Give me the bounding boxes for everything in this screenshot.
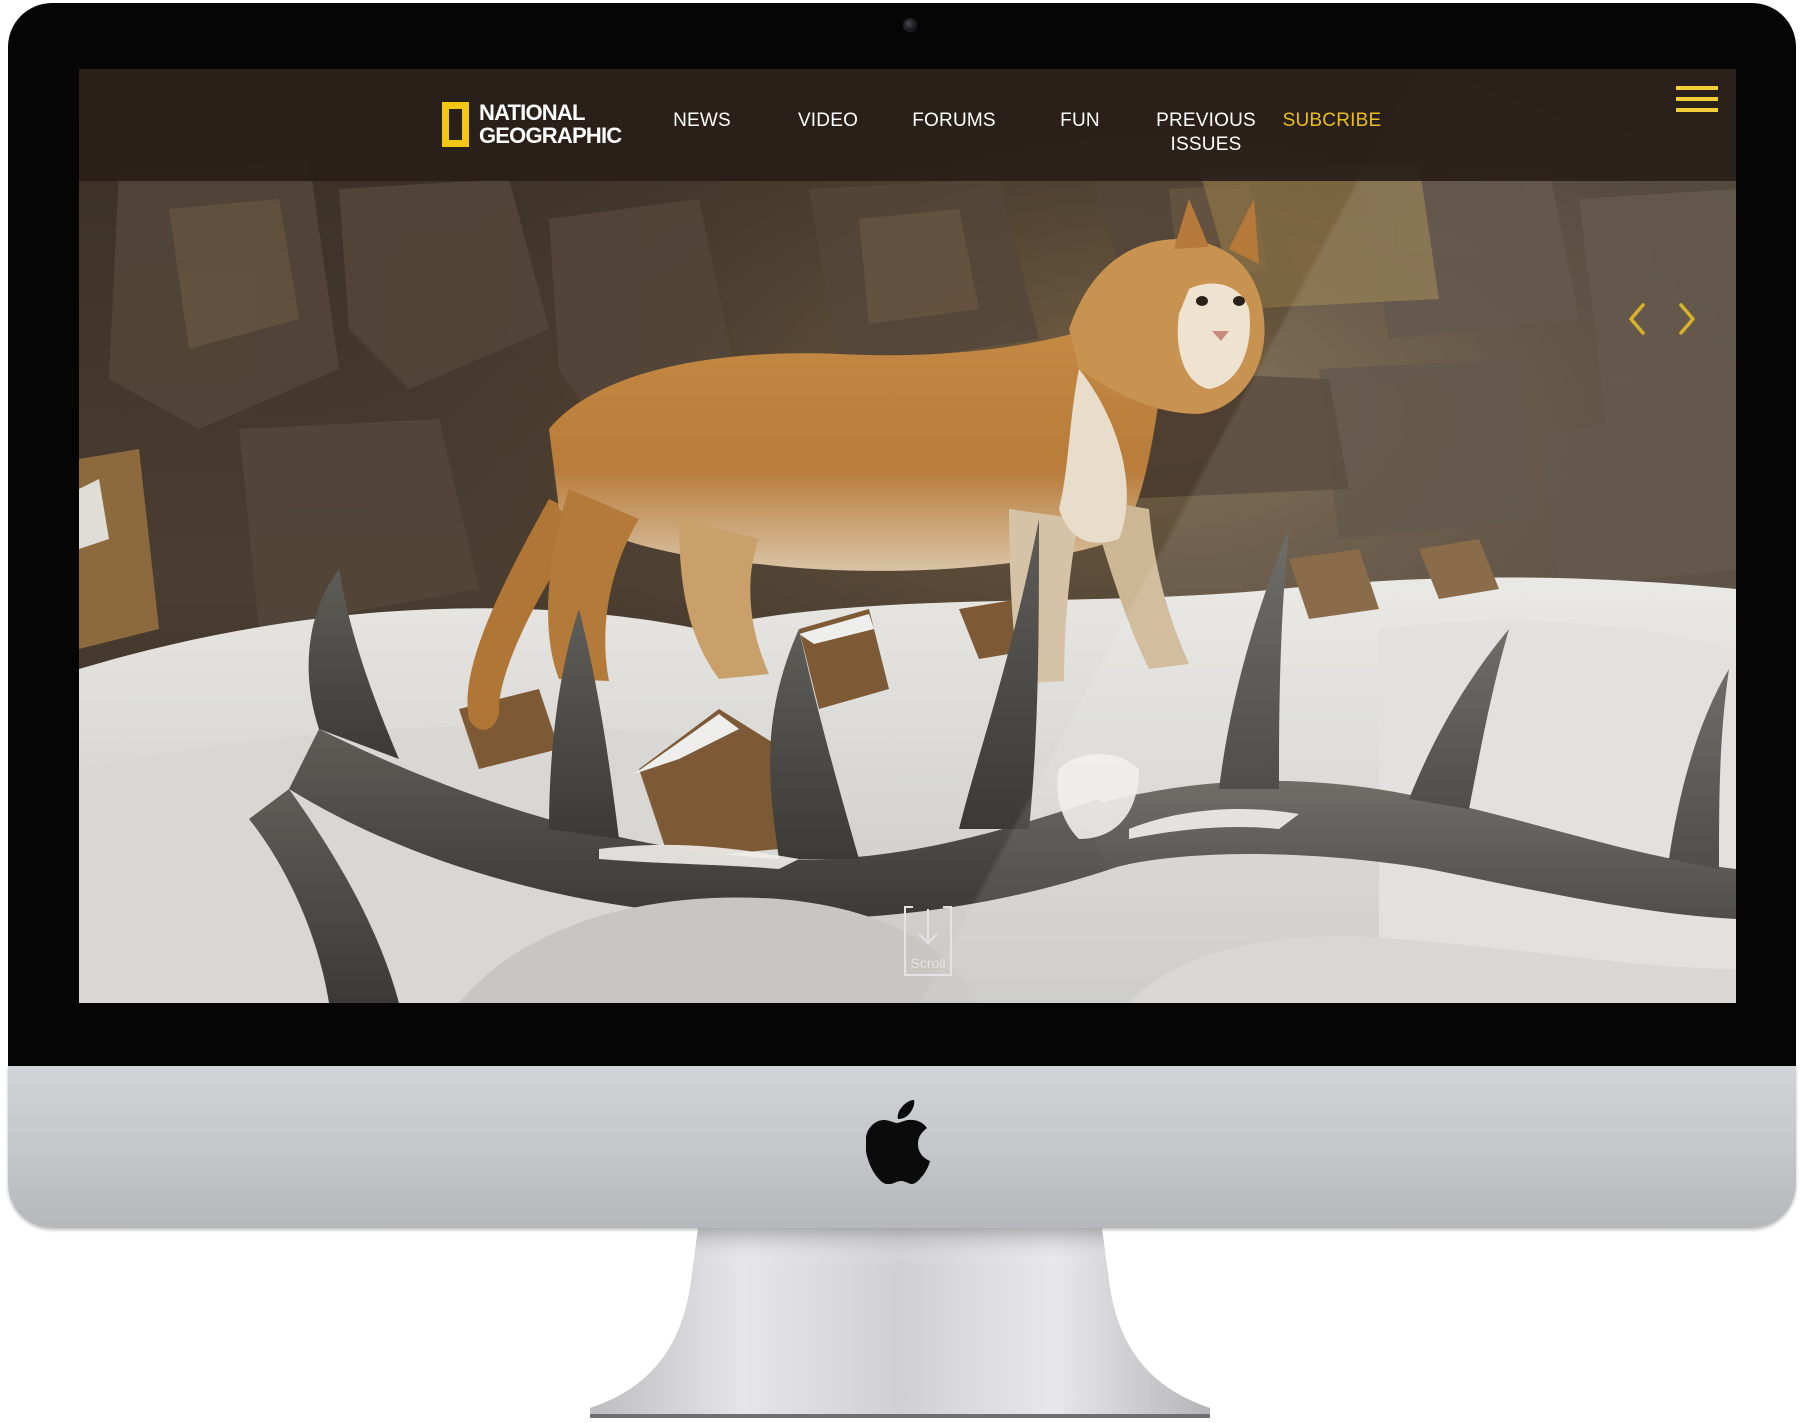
nav-link-subscribe[interactable]: SUBCRIBE <box>1272 109 1392 133</box>
imac-mockup: NATIONAL GEOGRAPHIC NEWS VIDEO FORUMS FU… <box>0 0 1800 1423</box>
nav-link-previous-issues-line-1: PREVIOUS <box>1156 110 1256 131</box>
apple-logo-icon <box>866 1100 930 1184</box>
hamburger-line <box>1676 97 1718 101</box>
camera-icon <box>903 18 917 32</box>
nav-link-video[interactable]: VIDEO <box>768 109 888 133</box>
brand-line-1: NATIONAL <box>479 100 585 125</box>
brand-wordmark: NATIONAL GEOGRAPHIC <box>479 100 622 148</box>
scroll-label: Scroll <box>910 955 946 971</box>
nav-link-news[interactable]: NEWS <box>642 109 762 133</box>
scroll-button[interactable]: Scroll <box>903 905 953 977</box>
monitor-bezel: NATIONAL GEOGRAPHIC NEWS VIDEO FORUMS FU… <box>8 3 1796 1066</box>
hamburger-menu-icon[interactable] <box>1676 86 1718 116</box>
hamburger-line <box>1676 86 1718 90</box>
chevron-left-icon[interactable] <box>1621 299 1655 339</box>
national-geographic-logo[interactable]: NATIONAL GEOGRAPHIC <box>442 96 622 152</box>
chevron-right-icon[interactable] <box>1669 299 1703 339</box>
nav-link-previous-issues[interactable]: PREVIOUS ISSUES <box>1146 109 1266 157</box>
hamburger-line <box>1676 108 1718 112</box>
website-screen: NATIONAL GEOGRAPHIC NEWS VIDEO FORUMS FU… <box>79 69 1736 1003</box>
nav-link-forums[interactable]: FORUMS <box>894 109 1014 133</box>
brand-line-2: GEOGRAPHIC <box>479 123 622 148</box>
hero-image <box>79 69 1736 1003</box>
nav-link-previous-issues-line-2: ISSUES <box>1170 134 1242 155</box>
yellow-border-icon <box>442 101 469 147</box>
arrow-down-icon <box>918 909 938 945</box>
nav-link-fun[interactable]: FUN <box>1020 109 1140 133</box>
monitor-stand <box>590 1228 1210 1418</box>
top-navigation-bar: NATIONAL GEOGRAPHIC NEWS VIDEO FORUMS FU… <box>79 69 1736 181</box>
